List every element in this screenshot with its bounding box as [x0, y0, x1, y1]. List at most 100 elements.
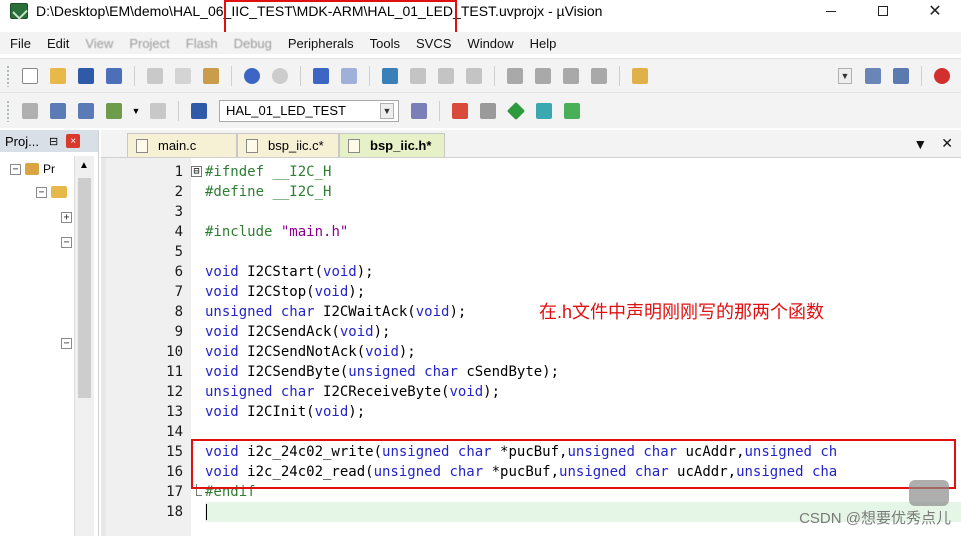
indent-button[interactable] — [504, 65, 526, 87]
toolbar-separator — [369, 65, 370, 86]
batch-build-button[interactable] — [103, 100, 125, 122]
code-line[interactable]: void I2CSendAck(void); — [205, 322, 390, 342]
maximize-button[interactable] — [857, 0, 909, 22]
close-panel-icon[interactable]: × — [66, 134, 81, 148]
code-line[interactable]: #define __I2C_H — [205, 182, 331, 202]
scrollbar-thumb[interactable] — [78, 178, 91, 398]
toolbar-separator — [439, 100, 440, 121]
find-in-files-button[interactable] — [629, 65, 651, 87]
download-button[interactable] — [188, 100, 210, 122]
code-line[interactable]: unsigned char I2CWaitAck(void); — [205, 302, 466, 322]
menu-tools[interactable]: Tools — [370, 36, 400, 51]
menu-debug[interactable]: Debug — [234, 36, 272, 51]
rebuild-button[interactable] — [75, 100, 97, 122]
toolbar-grip[interactable] — [6, 99, 10, 122]
tree-target[interactable]: − — [36, 186, 67, 198]
menu-view[interactable]: View — [85, 36, 113, 51]
menu-project[interactable]: Project — [129, 36, 169, 51]
bookmark-clear-button[interactable] — [463, 65, 485, 87]
minimize-button[interactable] — [805, 0, 857, 22]
translate-button[interactable] — [19, 100, 41, 122]
menu-flash[interactable]: Flash — [186, 36, 218, 51]
build-button[interactable] — [47, 100, 69, 122]
view-dropdown-button[interactable]: ▼ — [834, 65, 856, 87]
project-scrollbar[interactable]: ▲ — [74, 156, 94, 536]
code-line[interactable]: void I2CSendNotAck(void); — [205, 342, 416, 362]
text-caret — [206, 504, 207, 520]
cut-button[interactable] — [144, 65, 166, 87]
target-options-button[interactable] — [408, 100, 430, 122]
collapse-icon[interactable]: − — [10, 163, 21, 175]
save-button[interactable] — [75, 65, 97, 87]
target-select[interactable]: HAL_01_LED_TEST ▼ — [219, 99, 399, 122]
debug-session-button[interactable] — [931, 65, 953, 87]
code-editor[interactable]: 1 ⊟ #ifndef __I2C_H 2 #define __I2C_H 3 4 #incl… — [101, 158, 961, 536]
file-toolbar: ▼ — [0, 58, 961, 92]
menu-svcs[interactable]: SVCS — [416, 36, 451, 51]
collapse-icon[interactable]: − — [61, 338, 72, 349]
tree-group-collapse[interactable]: − — [61, 237, 72, 248]
tree-group-expand[interactable]: + — [61, 212, 72, 223]
code-line[interactable]: #ifndef __I2C_H — [205, 162, 331, 182]
navigate-back-button[interactable] — [310, 65, 332, 87]
tab-list-dropdown-icon[interactable]: ▼ — [913, 136, 927, 152]
file-extensions-button[interactable] — [477, 100, 499, 122]
code-line[interactable]: unsigned char I2CReceiveByte(void); — [205, 382, 500, 402]
stop-build-button[interactable] — [147, 100, 169, 122]
expand-icon[interactable]: + — [61, 212, 72, 223]
code-token-pp: #include — [205, 224, 273, 240]
code-line[interactable]: void I2CStop(void); — [205, 282, 365, 302]
open-file-button[interactable] — [47, 65, 69, 87]
bookmark-prev-button[interactable] — [407, 65, 429, 87]
code-line[interactable]: void I2CStart(void); — [205, 262, 374, 282]
batch-dropdown-button[interactable]: ▼ — [131, 100, 141, 122]
undo-button[interactable] — [241, 65, 263, 87]
code-token-kw: void — [323, 264, 357, 280]
unindent-button[interactable] — [532, 65, 554, 87]
menu-file[interactable]: File — [10, 36, 31, 51]
redo-button[interactable] — [269, 65, 291, 87]
toolbar-grip[interactable] — [6, 64, 10, 87]
copy-button[interactable] — [172, 65, 194, 87]
navigate-forward-button[interactable] — [338, 65, 360, 87]
tools-button[interactable] — [890, 65, 912, 87]
code-line[interactable]: #endif — [205, 482, 256, 502]
select-packs-button[interactable] — [533, 100, 555, 122]
collapse-icon[interactable]: − — [36, 186, 47, 198]
code-line[interactable]: void i2c_24c02_write(unsigned char *pucB… — [205, 442, 837, 462]
bookmark-button[interactable] — [379, 65, 401, 87]
menu-peripherals[interactable]: Peripherals — [288, 36, 354, 51]
paste-button[interactable] — [200, 65, 222, 87]
menu-window[interactable]: Window — [467, 36, 513, 51]
copy-icon — [175, 67, 191, 84]
fold-collapse-icon[interactable]: ⊟ — [191, 166, 202, 177]
uncomment-button[interactable] — [588, 65, 610, 87]
code-line[interactable]: void I2CInit(void); — [205, 402, 365, 422]
close-tab-icon[interactable]: ✕ — [941, 135, 953, 152]
manage-project-items-button[interactable] — [449, 100, 471, 122]
comment-button[interactable] — [560, 65, 582, 87]
collapse-icon[interactable]: − — [61, 237, 72, 248]
tab-bsp-iic-h[interactable]: bsp_iic.h* — [339, 133, 445, 157]
tree-group-collapse[interactable]: − — [61, 338, 72, 349]
new-file-button[interactable] — [19, 65, 41, 87]
configuration-button[interactable] — [862, 65, 884, 87]
tree-root[interactable]: − Pr — [10, 162, 55, 176]
menu-help[interactable]: Help — [530, 36, 557, 51]
save-all-button[interactable] — [103, 65, 125, 87]
build-icon — [50, 102, 66, 119]
menu-edit[interactable]: Edit — [47, 36, 69, 51]
tab-main-c[interactable]: main.c — [127, 133, 237, 157]
run-time-environment-button[interactable] — [505, 100, 527, 122]
bookmark-next-button[interactable] — [435, 65, 457, 87]
tab-bsp-iic-c[interactable]: bsp_iic.c* — [237, 133, 339, 157]
h-file-icon — [348, 138, 360, 153]
pin-icon[interactable]: ⊟ — [49, 135, 58, 148]
code-line[interactable]: #include "main.h" — [205, 222, 348, 242]
scroll-up-icon[interactable]: ▲ — [79, 160, 89, 171]
close-button[interactable]: ✕ — [909, 0, 961, 22]
pack-installer-button[interactable] — [561, 100, 583, 122]
code-line[interactable]: void i2c_24c02_read(unsigned char *pucBu… — [205, 462, 837, 482]
code-line[interactable]: void I2CSendByte(unsigned char cSendByte… — [205, 362, 559, 382]
